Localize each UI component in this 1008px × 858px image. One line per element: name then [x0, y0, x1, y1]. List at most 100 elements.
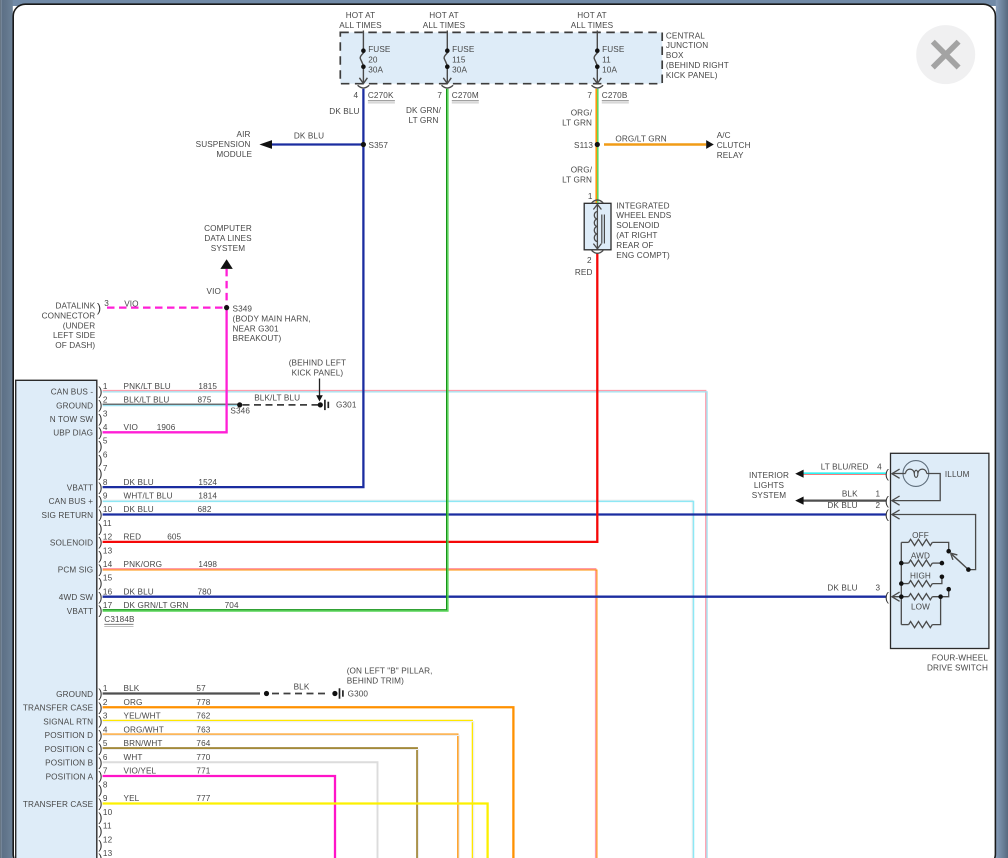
svg-text:FUSE: FUSE [368, 45, 391, 54]
svg-text:764: 764 [196, 739, 210, 748]
svg-text:12: 12 [103, 533, 113, 542]
svg-text:PNK/LT BLU: PNK/LT BLU [124, 382, 171, 391]
svg-text:BLK: BLK [294, 682, 310, 691]
svg-text:C270K: C270K [368, 91, 394, 100]
svg-text:): ) [98, 742, 102, 756]
svg-text:DK BLU: DK BLU [124, 587, 154, 596]
svg-text:PNK/ORG: PNK/ORG [124, 560, 163, 569]
svg-text:CENTRAL: CENTRAL [666, 31, 705, 40]
svg-text:770: 770 [196, 753, 210, 762]
svg-text:1: 1 [876, 489, 881, 498]
svg-text:DATA LINES: DATA LINES [204, 234, 252, 243]
svg-text:VBATT: VBATT [67, 607, 93, 616]
svg-text:): ) [98, 824, 102, 838]
svg-text:10: 10 [103, 505, 113, 514]
svg-text:LIGHTS: LIGHTS [754, 481, 785, 490]
svg-text:): ) [98, 755, 102, 769]
svg-text:BLK: BLK [124, 684, 140, 693]
svg-text:20: 20 [368, 56, 378, 65]
svg-text:DK GRN/LT GRN: DK GRN/LT GRN [124, 601, 189, 610]
svg-text:DK BLU: DK BLU [124, 505, 154, 514]
svg-text:7: 7 [103, 464, 108, 473]
svg-text:ORG: ORG [124, 698, 143, 707]
svg-text:POSITION D: POSITION D [45, 731, 94, 740]
svg-text:HIGH: HIGH [910, 572, 931, 581]
svg-text:S349: S349 [233, 304, 253, 313]
svg-text:FOUR-WHEEL: FOUR-WHEEL [932, 654, 989, 663]
svg-text:LT GRN: LT GRN [409, 116, 439, 125]
svg-text:VIO: VIO [124, 300, 138, 309]
svg-text:): ) [98, 576, 102, 590]
svg-text:2: 2 [103, 698, 108, 707]
svg-text:CAN BUS -: CAN BUS - [51, 388, 94, 397]
svg-text:4: 4 [354, 91, 359, 100]
svg-text:11: 11 [103, 519, 112, 528]
svg-text:1: 1 [588, 192, 593, 201]
svg-text:COMPUTER: COMPUTER [204, 224, 252, 233]
svg-text:TRANSFER CASE: TRANSFER CASE [23, 704, 94, 713]
svg-text:DATALINK: DATALINK [56, 301, 96, 310]
svg-text:LOW: LOW [911, 602, 930, 611]
svg-text:RED: RED [124, 533, 142, 542]
svg-text:3: 3 [103, 712, 108, 721]
svg-text:(UNDER: (UNDER [63, 321, 96, 330]
svg-text:): ) [98, 521, 102, 535]
svg-text:875: 875 [198, 396, 212, 405]
svg-text:SOLENOID: SOLENOID [50, 538, 93, 547]
svg-text:AIR: AIR [236, 130, 250, 139]
svg-text:30A: 30A [368, 66, 383, 75]
svg-text:FUSE: FUSE [452, 45, 475, 54]
svg-text:GROUND: GROUND [56, 401, 93, 410]
svg-text:RELAY: RELAY [717, 151, 744, 160]
svg-text:12: 12 [103, 835, 113, 844]
svg-text:): ) [98, 714, 102, 728]
svg-text:771: 771 [196, 767, 210, 776]
svg-text:11: 11 [602, 56, 611, 65]
svg-text:YEL/WHT: YEL/WHT [124, 712, 161, 721]
svg-text:): ) [98, 783, 102, 797]
svg-text:LT GRN: LT GRN [562, 118, 592, 127]
svg-text:115: 115 [452, 56, 466, 65]
svg-text:5: 5 [103, 739, 108, 748]
svg-text:3: 3 [103, 409, 108, 418]
svg-text:CONNECTOR: CONNECTOR [42, 311, 96, 320]
svg-text:6: 6 [103, 753, 108, 762]
svg-text:(BEHIND RIGHT: (BEHIND RIGHT [666, 61, 729, 70]
svg-text:(ON LEFT "B" PILLAR,: (ON LEFT "B" PILLAR, [347, 667, 433, 676]
svg-text:ILLUM: ILLUM [945, 470, 970, 479]
svg-text:G301: G301 [336, 400, 357, 409]
svg-text:): ) [98, 453, 102, 467]
svg-text:9: 9 [103, 492, 108, 501]
svg-text:): ) [98, 467, 102, 481]
svg-text:1524: 1524 [198, 478, 217, 487]
svg-text:SIGNAL RTN: SIGNAL RTN [43, 717, 93, 726]
svg-text:(: ( [885, 590, 889, 604]
svg-text:BLK/LT BLU: BLK/LT BLU [254, 393, 300, 402]
svg-text:): ) [98, 797, 102, 811]
svg-text:S357: S357 [369, 141, 389, 150]
svg-text:605: 605 [167, 533, 181, 542]
svg-text:): ) [98, 769, 102, 783]
svg-text:BLK: BLK [842, 489, 858, 498]
svg-text:KICK PANEL): KICK PANEL) [666, 71, 718, 80]
svg-text:S346: S346 [230, 406, 250, 415]
svg-text:INTERIOR: INTERIOR [749, 471, 789, 480]
svg-text:N TOW SW: N TOW SW [50, 415, 94, 424]
svg-text:): ) [98, 549, 102, 563]
svg-text:704: 704 [225, 601, 239, 610]
svg-text:1815: 1815 [198, 382, 217, 391]
svg-text:57: 57 [196, 684, 206, 693]
svg-text:7: 7 [437, 91, 442, 100]
svg-text:SIG RETURN: SIG RETURN [41, 511, 93, 520]
svg-text:7: 7 [587, 91, 592, 100]
svg-text:VIO: VIO [207, 287, 221, 296]
svg-text:AWD: AWD [911, 551, 930, 560]
svg-text:JUNCTION: JUNCTION [666, 41, 708, 50]
svg-text:LT BLU/RED: LT BLU/RED [821, 463, 869, 472]
svg-text:CLUTCH: CLUTCH [717, 141, 751, 150]
svg-text:16: 16 [103, 587, 113, 596]
svg-text:3: 3 [104, 299, 109, 308]
svg-text:777: 777 [196, 794, 210, 803]
svg-text:13: 13 [103, 849, 113, 858]
svg-text:C3184B: C3184B [104, 615, 135, 624]
